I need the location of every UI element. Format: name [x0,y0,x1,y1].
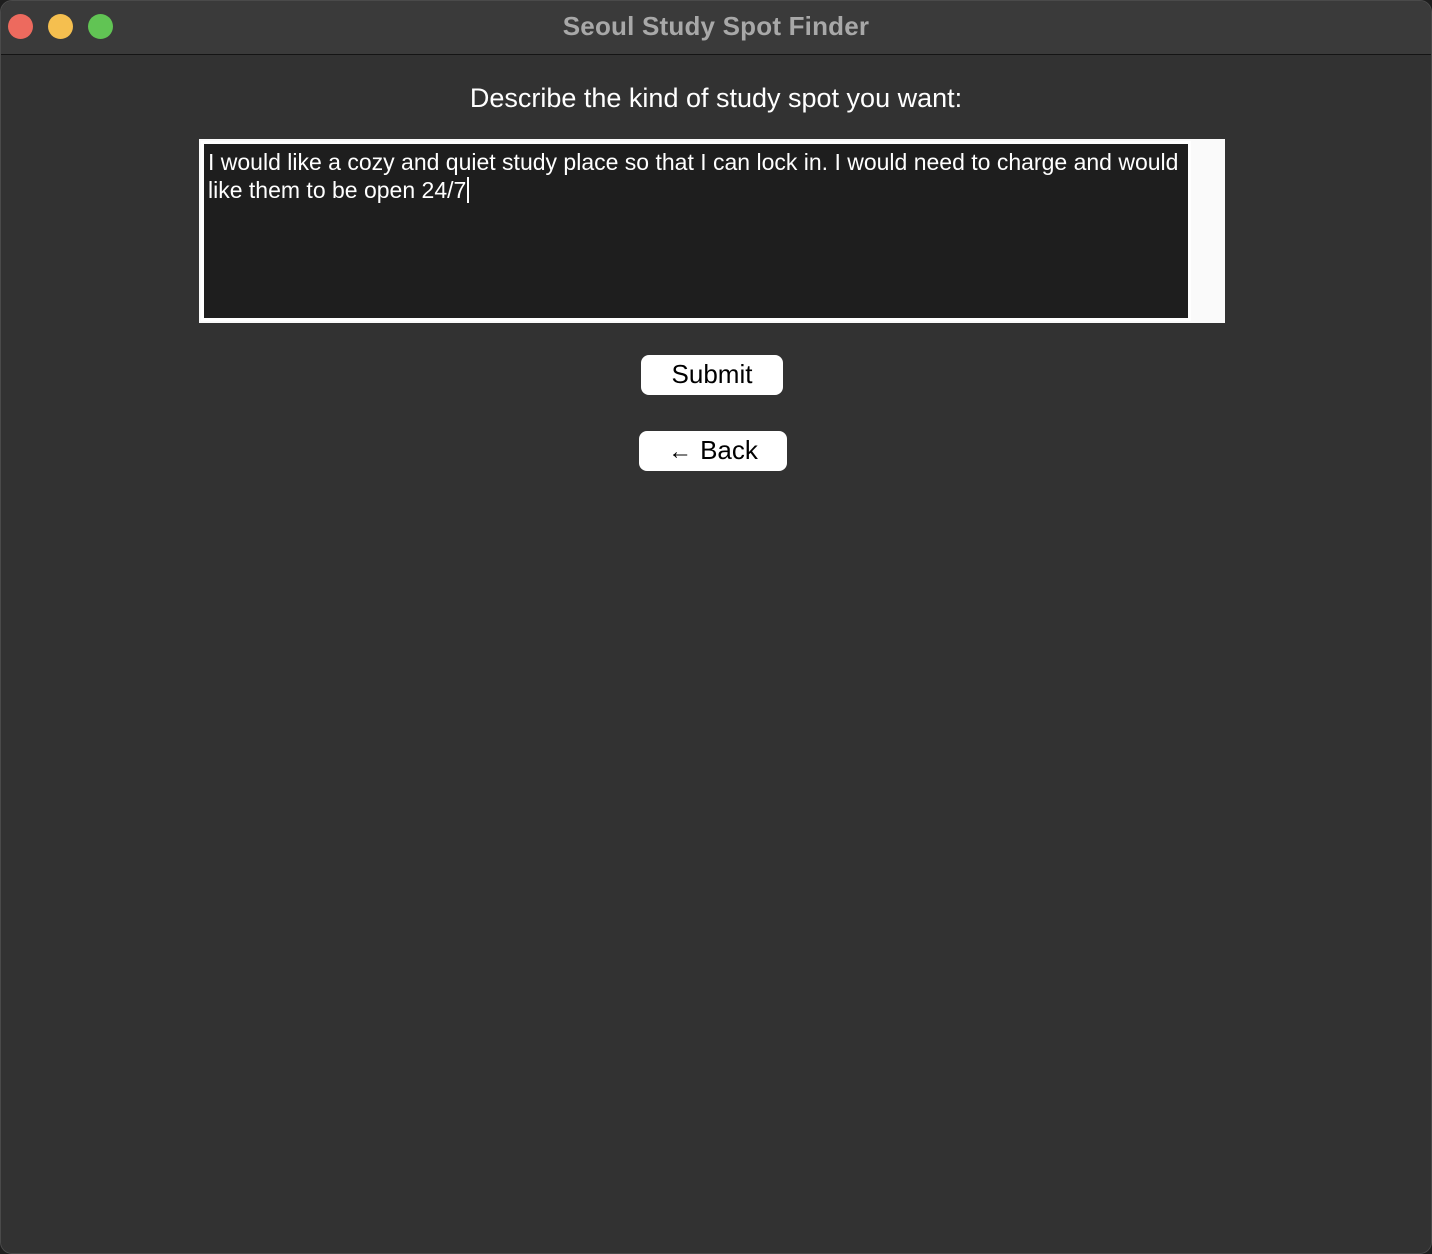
title-bar: Seoul Study Spot Finder [1,1,1431,55]
back-button-label: Back [700,435,758,465]
submit-button-label: Submit [671,359,753,389]
description-text: I would like a cozy and quiet study plac… [208,149,1185,203]
window-title: Seoul Study Spot Finder [562,11,870,41]
prompt-label: Describe the kind of study spot you want… [469,83,963,113]
arrow-left-icon: ← [668,438,693,465]
submit-button[interactable]: Submit [641,355,783,395]
text-caret [467,177,470,203]
main-content: Describe the kind of study spot you want… [1,55,1431,1253]
description-textarea-container: I would like a cozy and quiet study plac… [199,139,1225,323]
textarea-scrollbar[interactable] [1193,139,1225,323]
back-button[interactable]: ← Back [639,431,787,471]
description-textarea[interactable]: I would like a cozy and quiet study plac… [201,141,1191,321]
app-window: Seoul Study Spot Finder Describe the kin… [0,0,1432,1254]
